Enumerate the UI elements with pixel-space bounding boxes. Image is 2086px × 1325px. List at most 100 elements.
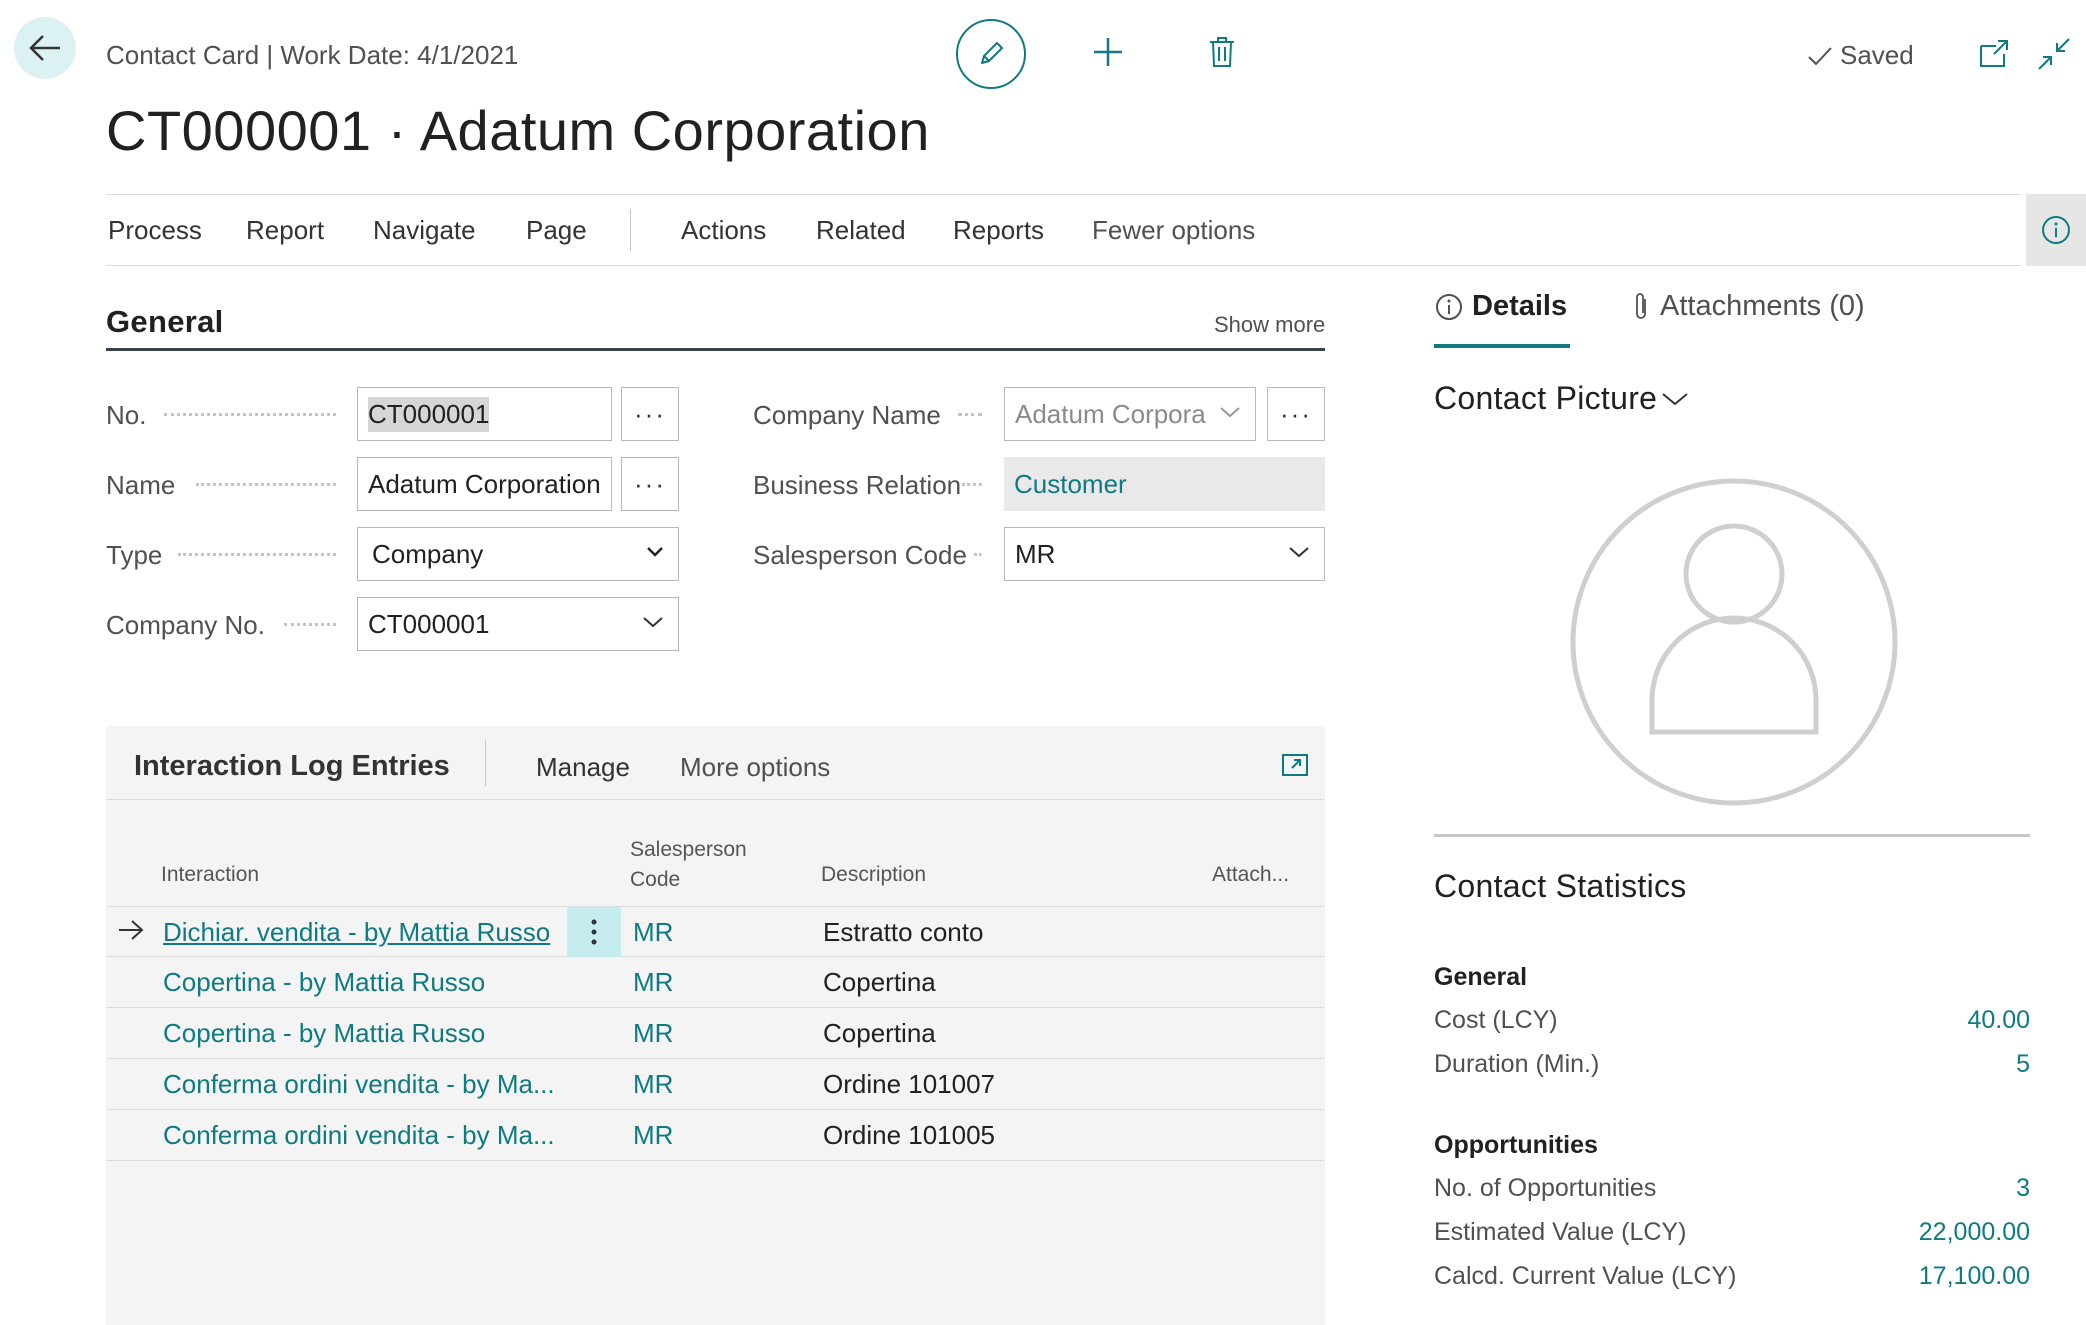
- salesperson-link[interactable]: MR: [633, 1120, 673, 1151]
- part-title[interactable]: Interaction Log Entries: [134, 750, 450, 783]
- expand-part-button[interactable]: [1280, 750, 1310, 780]
- plus-icon: [1094, 38, 1122, 66]
- stat-value-estimated-value[interactable]: 22,000.00: [1919, 1218, 2030, 1247]
- action-actions[interactable]: Actions: [681, 215, 766, 246]
- part-action-manage[interactable]: Manage: [536, 752, 630, 783]
- chevron-down-icon: [1289, 547, 1309, 558]
- collapse-button[interactable]: [2036, 36, 2072, 72]
- interaction-link[interactable]: Dichiar. vendita - by Mattia Russo: [163, 917, 550, 948]
- table-row[interactable]: Dichiar. vendita - by Mattia Russo MR Es…: [106, 906, 1325, 957]
- interaction-link[interactable]: Conferma ordini vendita - by Ma...: [163, 1069, 555, 1100]
- action-process[interactable]: Process: [108, 215, 202, 246]
- salesperson-link[interactable]: MR: [633, 1069, 673, 1100]
- tab-attachments[interactable]: Attachments (0): [1630, 290, 1865, 323]
- column-header-salesperson[interactable]: Salesperson Code: [630, 835, 747, 895]
- open-in-new-window-icon: [1980, 40, 2008, 67]
- name-assist-button[interactable]: ···: [621, 457, 679, 511]
- company-no-value: CT000001: [368, 608, 490, 639]
- contact-statistics-title: Contact Statistics: [1434, 868, 1687, 904]
- field-label-no: No.: [106, 400, 147, 430]
- interaction-link[interactable]: Copertina - by Mattia Russo: [163, 967, 485, 998]
- action-page[interactable]: Page: [526, 215, 587, 246]
- salesperson-code-input[interactable]: MR: [1004, 527, 1325, 581]
- stat-value-no-opportunities[interactable]: 3: [2016, 1174, 2030, 1203]
- expand-icon: [1282, 754, 1308, 776]
- stat-group-general: General: [1434, 963, 1528, 991]
- table-row[interactable]: Copertina - by Mattia Russo MR Copertina: [106, 1008, 1325, 1059]
- section-title-general[interactable]: General: [106, 304, 224, 340]
- salesperson-link[interactable]: MR: [633, 1018, 673, 1049]
- stat-value-cost[interactable]: 40.00: [1967, 1006, 2030, 1035]
- table-row[interactable]: Conferma ordini vendita - by Ma... MR Or…: [106, 1059, 1325, 1110]
- no-assist-button[interactable]: ···: [621, 387, 679, 441]
- action-report[interactable]: Report: [246, 215, 324, 246]
- part-action-more-options[interactable]: More options: [680, 752, 830, 783]
- name-input[interactable]: Adatum Corporation: [357, 457, 612, 511]
- info-icon: [2042, 216, 2070, 244]
- checkmark-icon: [1808, 46, 1832, 65]
- section-divider: [106, 348, 1325, 351]
- column-header-description[interactable]: Description: [821, 860, 926, 890]
- arrow-left-icon: [29, 35, 60, 61]
- saved-label: Saved: [1840, 40, 1914, 70]
- action-navigate[interactable]: Navigate: [373, 215, 476, 246]
- trash-icon: [1210, 37, 1234, 67]
- company-name-input[interactable]: Adatum Corpora: [1004, 387, 1256, 441]
- new-button[interactable]: [1086, 30, 1130, 74]
- contact-picture-header[interactable]: Contact Picture: [1434, 380, 1689, 417]
- company-name-value: Adatum Corpora: [1015, 398, 1206, 429]
- show-more-link[interactable]: Show more: [1214, 312, 1325, 338]
- row-menu-button[interactable]: [567, 907, 621, 957]
- column-header-interaction[interactable]: Interaction: [161, 860, 259, 890]
- salesperson-link[interactable]: MR: [633, 967, 673, 998]
- company-name-assist-button[interactable]: ···: [1267, 387, 1325, 441]
- stat-label-duration: Duration (Min.): [1434, 1050, 1600, 1078]
- back-button[interactable]: [14, 17, 76, 79]
- contact-avatar[interactable]: [1566, 474, 1902, 810]
- table-row[interactable]: Conferma ordini vendita - by Ma... MR Or…: [106, 1110, 1325, 1161]
- chevron-down-icon: [1220, 407, 1240, 418]
- stat-value-calcd-current-value[interactable]: 17,100.00: [1919, 1262, 2030, 1291]
- business-relation-value[interactable]: Customer: [1004, 457, 1325, 511]
- column-header-salesperson-line1: Salesperson: [630, 838, 747, 861]
- leader-dots: [958, 413, 982, 416]
- no-input[interactable]: CT000001: [357, 387, 612, 441]
- saved-status: Saved: [1806, 40, 1914, 71]
- tab-details-label: Details: [1472, 290, 1568, 322]
- delete-button[interactable]: [1200, 30, 1244, 74]
- arrow-right-icon: [119, 920, 144, 940]
- field-label-name: Name: [106, 470, 176, 500]
- open-new-window-button[interactable]: [1976, 36, 2012, 72]
- column-header-attach[interactable]: Attach...: [1212, 860, 1289, 890]
- no-value: CT000001: [368, 396, 490, 432]
- action-related[interactable]: Related: [816, 215, 906, 246]
- part-divider: [485, 740, 486, 786]
- factbox-toggle-button[interactable]: [2026, 194, 2086, 266]
- type-select[interactable]: Company: [357, 527, 679, 581]
- action-bar: Process Report Navigate Page Actions Rel…: [106, 194, 2021, 266]
- factbox-divider: [1434, 834, 2030, 837]
- name-value: Adatum Corporation: [368, 468, 601, 499]
- interaction-link[interactable]: Conferma ordini vendita - by Ma...: [163, 1120, 555, 1151]
- tab-attachments-label: Attachments (0): [1660, 290, 1865, 322]
- field-label-company-no: Company No.: [106, 610, 265, 640]
- interaction-link[interactable]: Copertina - by Mattia Russo: [163, 1018, 485, 1049]
- pencil-icon: [981, 42, 1003, 64]
- paperclip-icon: [1636, 292, 1646, 319]
- edit-button[interactable]: [956, 19, 1026, 89]
- stat-label-estimated-value: Estimated Value (LCY): [1434, 1218, 1687, 1246]
- stat-group-opportunities: Opportunities: [1434, 1131, 1598, 1159]
- info-icon: [1436, 293, 1462, 320]
- action-fewer-options[interactable]: Fewer options: [1092, 215, 1255, 246]
- stat-value-duration[interactable]: 5: [2016, 1050, 2030, 1079]
- stat-label-cost: Cost (LCY): [1434, 1006, 1558, 1034]
- action-divider: [630, 209, 631, 251]
- table-row[interactable]: Copertina - by Mattia Russo MR Copertina: [106, 957, 1325, 1008]
- field-label-salesperson-code: Salesperson Code: [753, 540, 967, 570]
- salesperson-link[interactable]: MR: [633, 917, 673, 948]
- company-no-input[interactable]: CT000001: [357, 597, 679, 651]
- field-label-company-name: Company Name: [753, 400, 941, 430]
- action-reports[interactable]: Reports: [953, 215, 1044, 246]
- tab-details[interactable]: Details: [1434, 290, 1567, 323]
- page-title: CT000001 · Adatum Corporation: [106, 99, 930, 162]
